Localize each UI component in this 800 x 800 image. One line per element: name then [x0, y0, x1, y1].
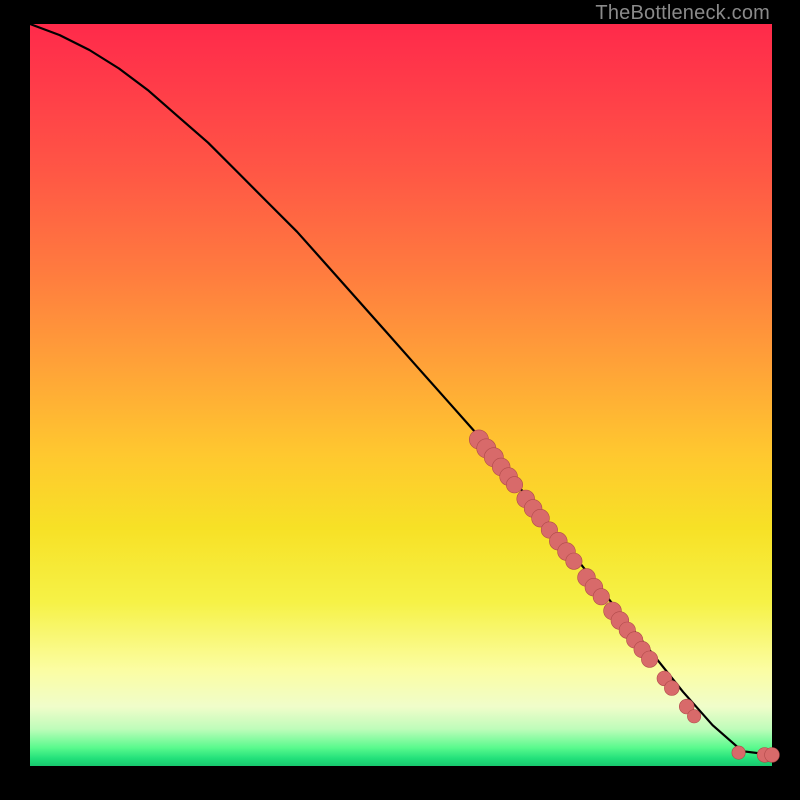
bottleneck-curve-line — [30, 24, 772, 755]
curve-marker — [664, 681, 679, 696]
curve-marker — [765, 748, 780, 763]
curve-markers — [469, 430, 779, 762]
curve-marker — [732, 746, 745, 759]
curve-layer — [30, 24, 772, 766]
curve-marker — [687, 710, 700, 723]
curve-marker — [593, 589, 609, 605]
curve-marker — [566, 553, 582, 569]
curve-marker — [641, 651, 657, 667]
chart-stage: TheBottleneck.com — [0, 0, 800, 800]
attribution-label: TheBottleneck.com — [595, 2, 770, 25]
curve-marker — [506, 477, 522, 493]
plot-area — [30, 24, 772, 766]
